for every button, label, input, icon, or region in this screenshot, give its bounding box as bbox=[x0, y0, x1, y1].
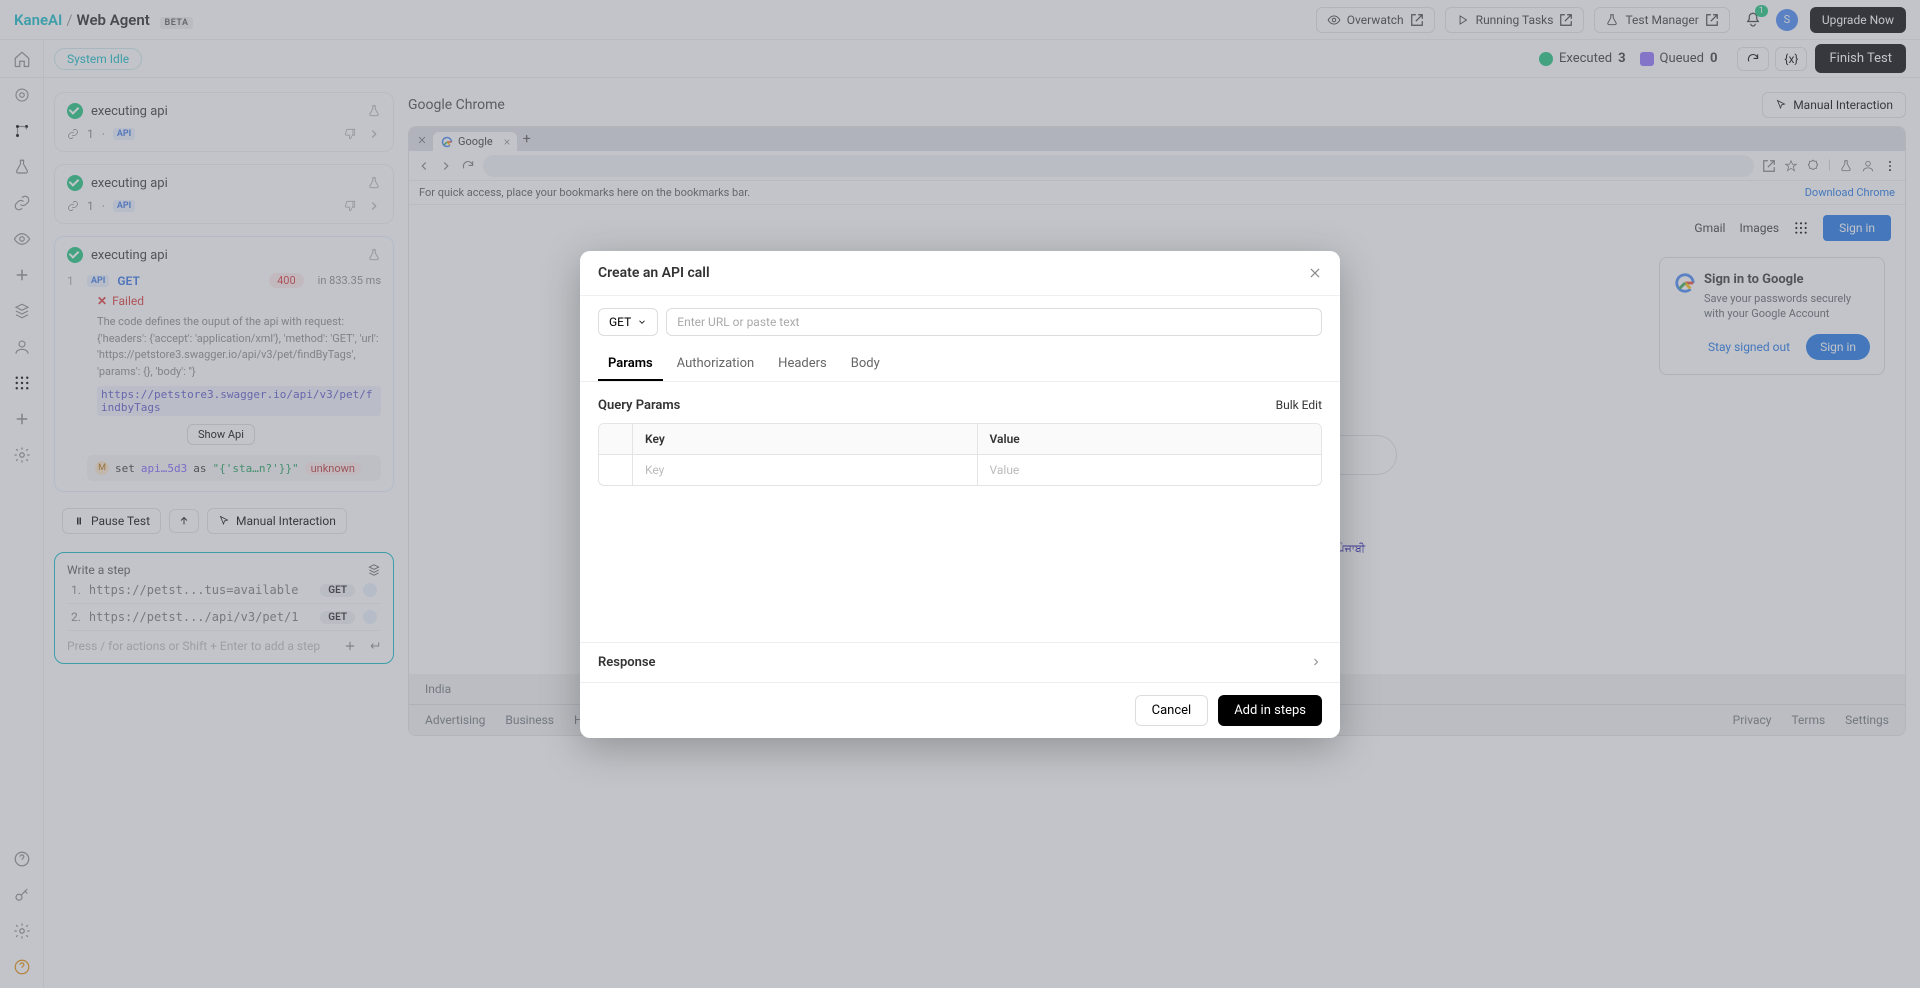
modal-close-button[interactable] bbox=[1308, 266, 1322, 280]
method-select[interactable]: GET bbox=[598, 308, 658, 336]
url-input[interactable]: Enter URL or paste text bbox=[666, 308, 1322, 336]
query-params-table: Key Value Key Value bbox=[598, 423, 1322, 486]
add-in-steps-button[interactable]: Add in steps bbox=[1218, 695, 1322, 726]
tab-headers[interactable]: Headers bbox=[768, 348, 837, 381]
modal-overlay: Create an API call GET Enter URL or past… bbox=[0, 0, 1920, 988]
modal-tabs: Params Authorization Headers Body bbox=[580, 348, 1340, 382]
col-key: Key bbox=[633, 424, 978, 454]
response-section[interactable]: Response bbox=[580, 642, 1340, 682]
tab-authorization[interactable]: Authorization bbox=[667, 348, 765, 381]
chevron-right-icon bbox=[1310, 656, 1322, 668]
query-params-title: Query Params bbox=[598, 398, 680, 413]
tab-params[interactable]: Params bbox=[598, 348, 663, 381]
value-input[interactable]: Value bbox=[978, 455, 1322, 485]
cancel-button[interactable]: Cancel bbox=[1135, 695, 1209, 726]
modal-title: Create an API call bbox=[598, 265, 710, 281]
api-modal: Create an API call GET Enter URL or past… bbox=[580, 251, 1340, 738]
bulk-edit-button[interactable]: Bulk Edit bbox=[1276, 398, 1322, 412]
tab-body[interactable]: Body bbox=[841, 348, 890, 381]
key-input[interactable]: Key bbox=[633, 455, 978, 485]
row-checkbox[interactable] bbox=[599, 455, 633, 485]
chevron-down-icon bbox=[637, 317, 647, 327]
col-value: Value bbox=[978, 424, 1322, 454]
